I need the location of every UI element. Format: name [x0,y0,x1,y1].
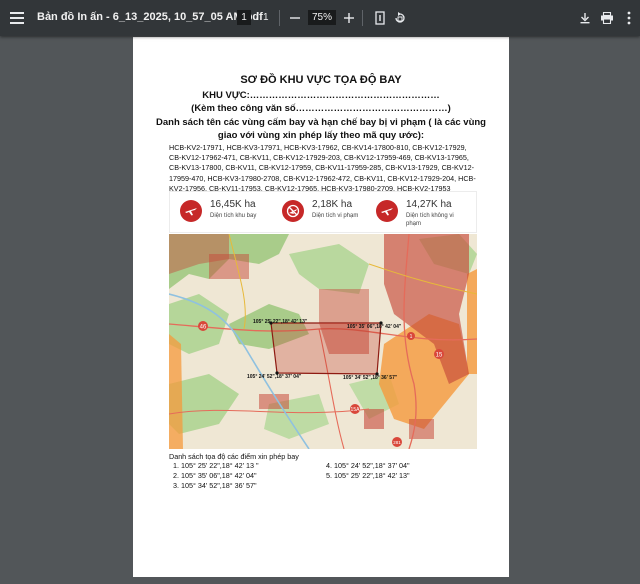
fit-page-icon[interactable] [370,8,390,28]
map-corner-label-top-left: 105° 25' 22",18° 42' 13" [253,319,308,325]
menu-icon[interactable] [6,7,28,29]
kem-theo-line: (Kèm theo công văn số…………………………………………) [191,103,451,114]
khu-vuc-line: KHU VỰC:…………………………………………………… [202,90,440,101]
page-total: 1 [263,12,269,23]
violated-zone-codes: HCB-KV2-17971, HCB-KV3-17971, HCB-KV3-17… [169,143,476,193]
road-badge-46: 46 [200,325,207,331]
pdf-page: SƠ ĐỒ KHU VỰC TỌA ĐỘ BAY KHU VỰC:…………………… [133,37,509,577]
coordinates-heading: Danh sách tọa độ các điểm xin phép bay [169,452,299,461]
coordinate-item: 5. 105° 25' 22",18° 42' 13" [326,471,410,480]
coordinate-item: 4. 105° 24' 52",18° 37' 04" [326,461,410,470]
map-corner-label-bottom-left: 105° 24' 52",18° 37' 04" [247,374,302,380]
road-badge-1: 1 [410,334,413,340]
area-stats-panel: 16,45K ha Diện tích khu bay 2,18K ha Diệ… [169,191,477,233]
road-badge-15: 15 [436,353,443,359]
coordinate-item: 1. 105° 25' 22",18° 42' 13 " [173,461,259,470]
more-vert-icon[interactable] [619,8,639,28]
flight-area-map: 46 15 1 15A 281 105° 25' 22",18° 42' 13"… [169,234,477,449]
download-icon[interactable] [575,8,595,28]
stat-label: phạm [406,221,422,227]
print-icon[interactable] [597,8,617,28]
stat-value: 2,18K ha [312,199,353,210]
zoom-level-input[interactable]: 75% [308,10,336,25]
danh-sach-heading-line1: Danh sách tên các vùng cấm bay và hạn ch… [156,117,486,128]
coordinate-item: 2. 105° 35' 06",18° 42' 04" [173,471,257,480]
road-badge-281: 281 [393,440,401,445]
plane-check-icon [376,200,398,222]
road-badge-15a: 15A [351,407,361,413]
page-separator: / [256,12,259,23]
zoom-out-icon[interactable] [285,8,305,28]
document-title: Bản đồ In ấn - 6_13_2025, 10_57_05 AM.pd… [37,11,263,23]
document-heading: SƠ ĐỒ KHU VỰC TỌA ĐỘ BAY [240,74,402,86]
page-number-input[interactable]: 1 [237,10,251,25]
stat-label: Diện tích không vi [406,213,454,219]
map-corner-label-top-right: 105° 35' 06",18° 42' 04" [347,324,402,330]
stat-value: 14,27K ha [406,199,452,210]
stat-value: 16,45K ha [210,199,256,210]
stat-label: Diện tích khu bay [210,213,257,219]
rotate-icon[interactable] [390,8,410,28]
no-fly-icon [282,200,304,222]
stat-label: Diện tích vi phạm [312,213,359,219]
danh-sach-heading-line2: giao với vùng xin phép lấy theo mã quy ư… [217,130,425,141]
toolbar-divider [362,10,363,26]
pdf-toolbar: Bản đồ In ấn - 6_13_2025, 10_57_05 AM.pd… [0,0,640,36]
map-corner-label-bottom-right: 105° 34' 52",18° 36' 57" [343,375,398,381]
plane-icon [180,200,202,222]
toolbar-divider [279,10,280,26]
zoom-in-icon[interactable] [339,8,359,28]
coordinate-item: 3. 105° 34' 52",18° 36' 57" [173,481,257,490]
